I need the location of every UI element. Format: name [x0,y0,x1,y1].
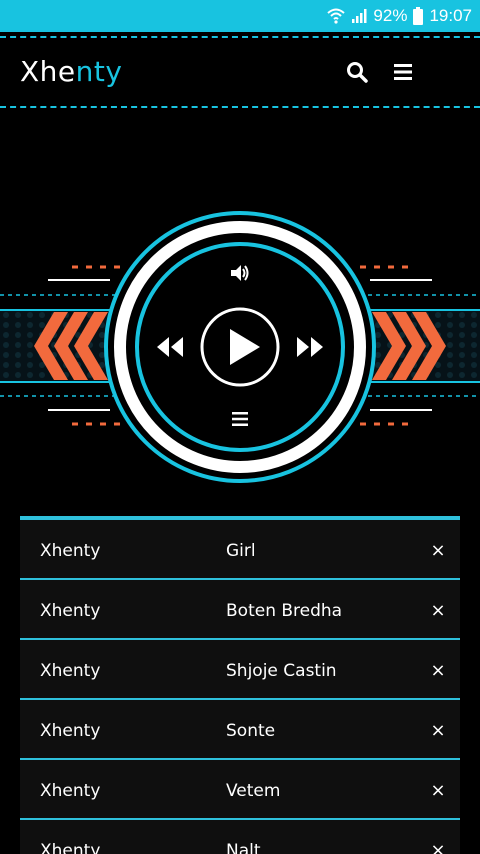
app-logo[interactable]: Xhenty [20,55,122,88]
list-item[interactable]: Xhenty Sonte × [20,700,460,760]
play-icon [200,307,280,387]
track-artist: Xhenty [40,721,101,741]
track-title: Boten Bredha [226,601,343,621]
battery-percent: 92% [373,6,408,25]
playlist: Xhenty Girl × Xhenty Boten Bredha × Xhen… [20,516,460,854]
list-item[interactable]: Xhenty Girl × [20,520,460,580]
track-artist: Xhenty [40,781,101,801]
rewind-icon[interactable] [156,335,184,359]
track-title: Shjoje Castin [226,661,337,681]
remove-track-icon[interactable]: × [428,660,448,681]
signal-icon [351,8,367,24]
app-header: Xhenty [0,32,480,112]
remove-track-icon[interactable]: × [428,840,448,854]
status-bar: 92% 19:07 [0,0,480,32]
playlist-menu-icon[interactable] [231,411,249,427]
status-icons: 92% 19:07 [327,0,472,32]
list-item[interactable]: Xhenty Vetem × [20,760,460,820]
list-item[interactable]: Xhenty Nalt × [20,820,460,854]
clock: 19:07 [429,6,472,25]
track-title: Girl [226,541,256,561]
track-artist: Xhenty [40,541,101,561]
remove-track-icon[interactable]: × [428,540,448,561]
player-widget [0,200,480,500]
track-artist: Xhenty [40,661,101,681]
header-top-divider [0,36,480,38]
track-artist: Xhenty [40,841,101,854]
track-title: Vetem [226,781,281,801]
search-icon[interactable] [345,60,369,84]
fast-forward-icon[interactable] [296,335,324,359]
battery-icon [413,7,424,25]
volume-icon[interactable] [229,263,251,283]
remove-track-icon[interactable]: × [428,780,448,801]
wifi-icon [327,7,346,25]
list-item[interactable]: Xhenty Boten Bredha × [20,580,460,640]
hamburger-menu-icon[interactable] [391,60,415,84]
list-item[interactable]: Xhenty Shjoje Castin × [20,640,460,700]
play-button[interactable] [200,307,280,387]
track-title: Nalt [226,841,261,854]
track-artist: Xhenty [40,601,101,621]
header-bottom-divider [0,106,480,108]
remove-track-icon[interactable]: × [428,600,448,621]
remove-track-icon[interactable]: × [428,720,448,741]
track-title: Sonte [226,721,276,741]
